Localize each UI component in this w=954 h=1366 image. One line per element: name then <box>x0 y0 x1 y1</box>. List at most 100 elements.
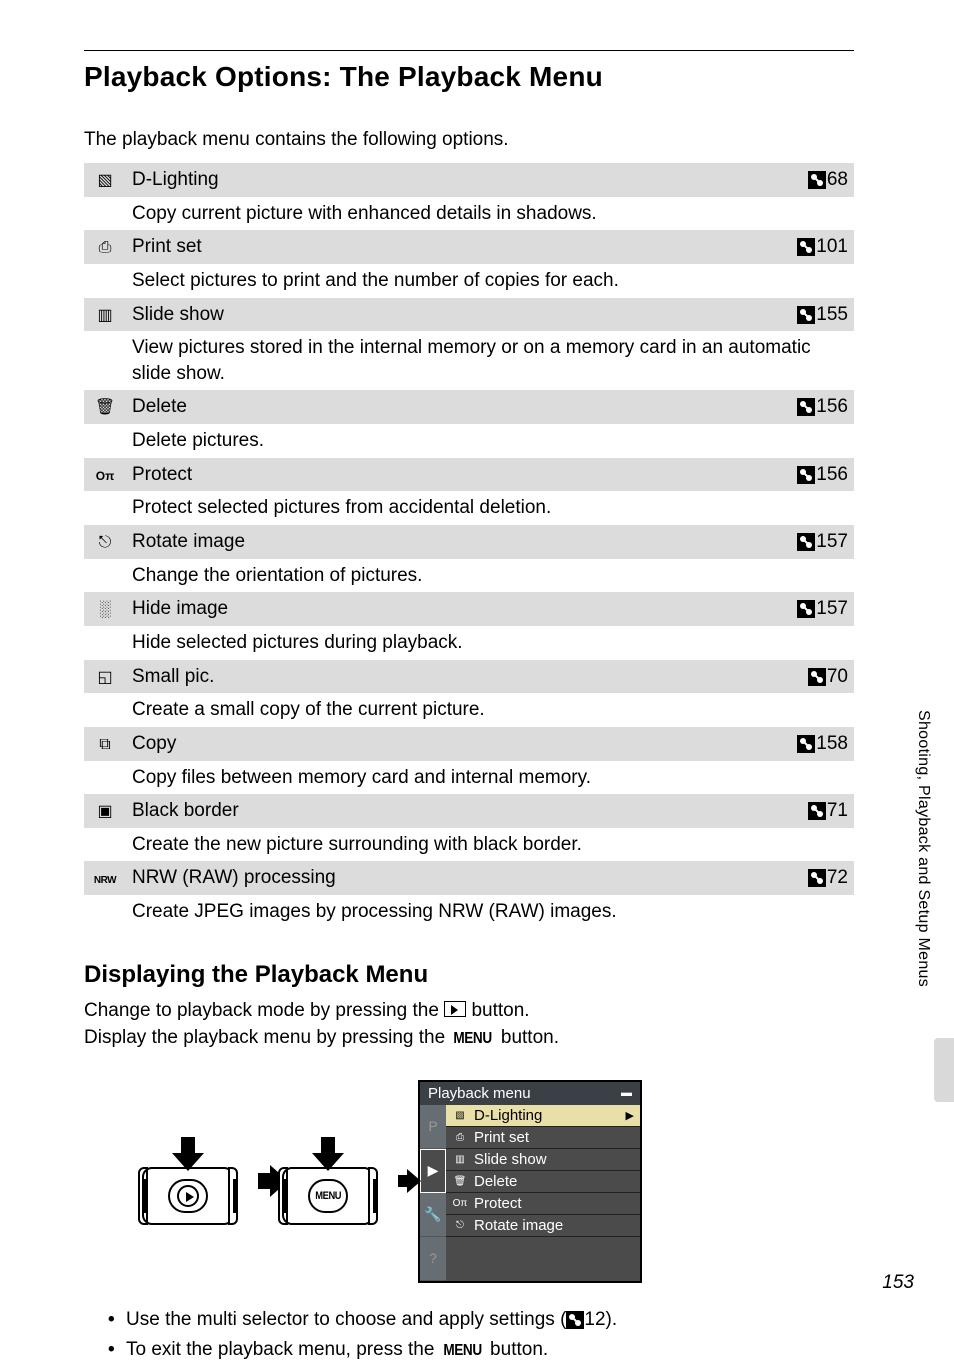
play-icon <box>177 1185 199 1207</box>
menu-item-icon: ▧ <box>452 1110 468 1121</box>
playback-button-icon <box>444 1001 466 1017</box>
page-ref-icon <box>808 802 826 820</box>
option-header-row: NRWNRW (RAW) processing72 <box>84 861 854 895</box>
delete-icon: 🗑 <box>95 400 115 416</box>
option-description-row: Create a small copy of the current pictu… <box>84 693 854 727</box>
option-description: Create the new picture surrounding with … <box>124 828 854 862</box>
page-ref-number: 12 <box>584 1309 605 1330</box>
screen-menu-item: 🗑Delete <box>446 1171 640 1193</box>
option-page-ref: 157 <box>784 592 854 626</box>
bullet-text: ). <box>606 1309 618 1330</box>
option-page-ref: 156 <box>784 458 854 492</box>
option-header-row: Oπ Protect156 <box>84 458 854 492</box>
option-description: Select pictures to print and the number … <box>124 264 854 298</box>
body-text: Change to playback mode by pressing the <box>84 1000 444 1021</box>
menu-button-label: MENU <box>454 1027 492 1050</box>
option-description: Hide selected pictures during playback. <box>124 626 854 660</box>
side-tab-marker <box>934 1038 954 1102</box>
option-description-row: Copy files between memory card and inter… <box>84 761 854 795</box>
option-page-ref: 156 <box>784 390 854 424</box>
option-description-row: Copy current picture with enhanced detai… <box>84 197 854 231</box>
page-ref-icon <box>797 735 815 753</box>
side-tab-label: Shooting, Playback and Setup Menus <box>914 710 932 987</box>
option-description-row: View pictures stored in the internal mem… <box>84 331 854 390</box>
playback-options-table: ▧ D-Lighting68Copy current picture with e… <box>84 163 854 929</box>
option-name: D-Lighting <box>124 163 784 197</box>
menu-button-label: MENU <box>443 1338 481 1364</box>
option-description: Copy current picture with enhanced detai… <box>124 197 854 231</box>
option-description: View pictures stored in the internal mem… <box>124 331 854 390</box>
option-description: Create a small copy of the current pictu… <box>124 693 854 727</box>
menu-item-icon: ⎙ <box>452 1132 468 1143</box>
menu-item-label: Rotate image <box>474 1217 563 1234</box>
page-ref-icon <box>797 600 815 618</box>
option-page-ref: 101 <box>784 230 854 264</box>
battery-icon: ▬ <box>621 1087 632 1099</box>
page-ref-icon <box>797 238 815 256</box>
option-header-row: ⧉Copy158 <box>84 727 854 761</box>
option-header-row: 🗑Delete156 <box>84 390 854 424</box>
option-page-ref: 71 <box>784 794 854 828</box>
heading-rule: Playback Options: The Playback Menu <box>84 50 854 93</box>
menu-item-icon: ▥ <box>452 1154 468 1165</box>
option-name: NRW (RAW) processing <box>124 861 784 895</box>
hide-image-icon: ░ <box>99 602 110 618</box>
d-lighting-icon: ▧ <box>97 173 112 189</box>
menu-item-label: Slide show <box>474 1151 547 1168</box>
bullet-text: Use the multi selector to choose and app… <box>126 1309 566 1330</box>
intro-text: The playback menu contains the following… <box>84 129 854 151</box>
menu-item-label: Print set <box>474 1129 529 1146</box>
option-name: Print set <box>124 230 784 264</box>
option-description-row: Create JPEG images by processing NRW (RA… <box>84 895 854 929</box>
menu-icon: MENU <box>315 1190 341 1202</box>
bullet-text: To exit the playback menu, press the <box>126 1339 440 1360</box>
black-border-icon: ▣ <box>97 804 112 820</box>
option-name: Black border <box>124 794 784 828</box>
menu-item-label: D-Lighting <box>474 1107 542 1124</box>
option-name: Copy <box>124 727 784 761</box>
screen-menu-item: OπProtect <box>446 1193 640 1215</box>
illustration-row: MENU Playback menu ▬ P▶🔧? ▧D-Lighting▶⎙P… <box>138 1080 854 1283</box>
menu-item-label: Delete <box>474 1173 517 1190</box>
option-header-row: ▧ D-Lighting68 <box>84 163 854 197</box>
playback-menu-screen: Playback menu ▬ P▶🔧? ▧D-Lighting▶⎙Print … <box>418 1080 642 1283</box>
option-description: Copy files between memory card and inter… <box>124 761 854 795</box>
option-description: Protect selected pictures from accidenta… <box>124 491 854 525</box>
option-description: Create JPEG images by processing NRW (RA… <box>124 895 854 929</box>
print-set-icon: ⎙ <box>99 240 112 256</box>
option-header-row: ⎙ Print set101 <box>84 230 854 264</box>
option-name: Rotate image <box>124 525 784 559</box>
rotate-image-icon: ⎋ <box>99 535 112 551</box>
option-description-row: Hide selected pictures during playback. <box>84 626 854 660</box>
screen-sidebar-tab: ? <box>420 1237 446 1281</box>
option-header-row: ▥Slide show155 <box>84 298 854 332</box>
screen-menu-list: ▧D-Lighting▶⎙Print set▥Slide show🗑Delete… <box>446 1105 640 1281</box>
bullet-item: To exit the playback menu, press the MEN… <box>108 1335 854 1365</box>
page-title: Playback Options: The Playback Menu <box>84 61 854 93</box>
option-description: Change the orientation of pictures. <box>124 559 854 593</box>
option-page-ref: 157 <box>784 525 854 559</box>
option-description-row: Create the new picture surrounding with … <box>84 828 854 862</box>
body-paragraph: Change to playback mode by pressing the … <box>84 997 854 1052</box>
option-page-ref: 158 <box>784 727 854 761</box>
page-number: 153 <box>882 1272 914 1294</box>
nrw-raw-icon: NRW <box>94 876 116 886</box>
option-name: Small pic. <box>124 660 784 694</box>
option-name: Slide show <box>124 298 784 332</box>
option-header-row: ░Hide image157 <box>84 592 854 626</box>
screen-sidebar-tab: ▶ <box>420 1149 446 1193</box>
page-ref-icon <box>808 171 826 189</box>
bullet-item: Use the multi selector to choose and app… <box>108 1305 854 1335</box>
screen-titlebar: Playback menu ▬ <box>420 1082 640 1105</box>
body-text: Display the playback menu by pressing th… <box>84 1027 450 1048</box>
protect-icon: Oπ <box>96 470 115 482</box>
screen-sidebar-tab: 🔧 <box>420 1193 446 1237</box>
page-ref-icon <box>808 869 826 887</box>
option-name: Protect <box>124 458 784 492</box>
bullet-text: button. <box>485 1339 548 1360</box>
page-content: Playback Options: The Playback Menu The … <box>84 50 854 1366</box>
option-header-row: ◱Small pic.70 <box>84 660 854 694</box>
option-page-ref: 68 <box>784 163 854 197</box>
option-page-ref: 155 <box>784 298 854 332</box>
option-header-row: ⎋ Rotate image157 <box>84 525 854 559</box>
